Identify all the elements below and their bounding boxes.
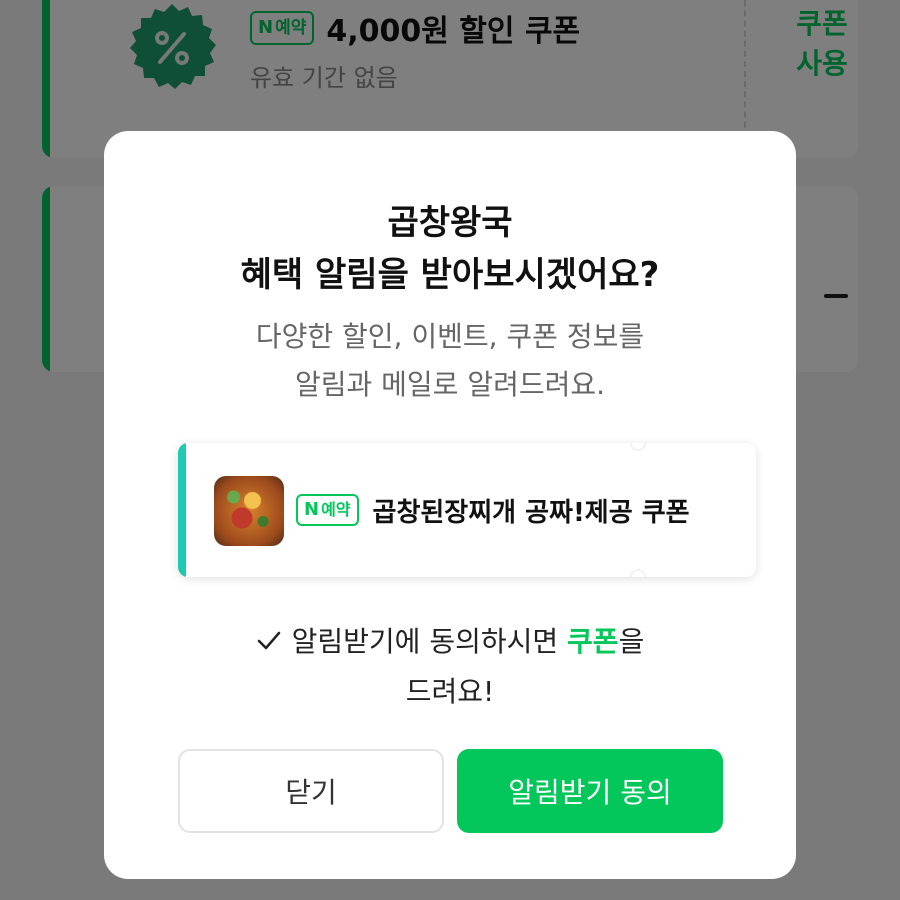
consent-highlight: 쿠폰: [567, 625, 619, 658]
consent-text: 알림받기에 동의하시면: [291, 625, 568, 658]
ticket-accent-bar: [178, 443, 186, 577]
ticket-title-row: N 예약 곱창된장찌개 공짜!제공 쿠폰: [296, 443, 690, 577]
modal-title: 곱창왕국 혜택 알림을 받아보시겠어요?: [104, 197, 796, 301]
consent-message: 알림받기에 동의하시면 쿠폰을 드려요!: [104, 617, 796, 717]
check-icon: [257, 631, 280, 650]
notification-consent-modal: 곱창왕국 혜택 알림을 받아보시겠어요? 다양한 할인, 이벤트, 쿠폰 정보를…: [104, 131, 796, 879]
modal-title-store: 곱창왕국: [387, 203, 513, 243]
badge-label: 예약: [321, 500, 351, 519]
coupon-ticket: N 예약 곱창된장찌개 공짜!제공 쿠폰: [178, 443, 756, 577]
consent-line1: 알림받기에 동의하시면 쿠폰을: [104, 617, 796, 667]
food-thumbnail: [214, 476, 284, 546]
ticket-title: 곱창된장찌개 공짜!제공 쿠폰: [372, 497, 690, 528]
badge-n-letter: N: [304, 499, 320, 520]
modal-description-line2: 알림과 메일로 알려드려요.: [294, 368, 606, 401]
agree-notifications-button[interactable]: 알림받기 동의: [457, 749, 723, 833]
naver-reservation-badge: N 예약: [296, 494, 359, 526]
consent-line2: 드려요!: [405, 675, 495, 708]
modal-description: 다양한 할인, 이벤트, 쿠폰 정보를 알림과 메일로 알려드려요.: [104, 313, 796, 409]
close-button[interactable]: 닫기: [178, 749, 444, 833]
modal-description-line1: 다양한 할인, 이벤트, 쿠폰 정보를: [255, 320, 645, 353]
modal-title-question: 혜택 알림을 받아보시겠어요?: [240, 255, 660, 295]
consent-suffix: 을: [618, 625, 645, 658]
